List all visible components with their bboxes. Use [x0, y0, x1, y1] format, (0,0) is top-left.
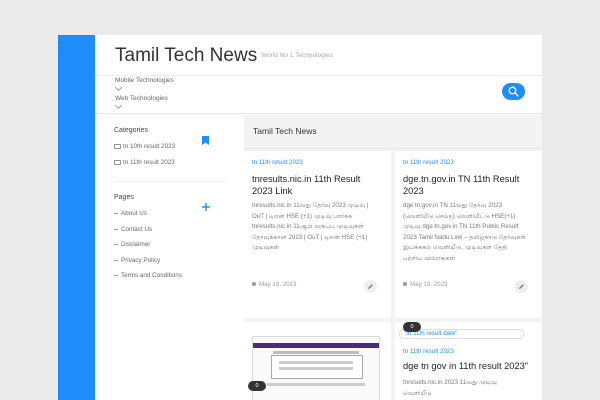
page-title: Tamil Tech News — [253, 126, 317, 136]
post-date: May 19, 2023 — [252, 281, 297, 288]
chevron-down-icon[interactable] — [114, 83, 123, 92]
post-card[interactable]: "tn 11th result date" 0 tn 11th result 2… — [395, 322, 542, 400]
main-nav: Mobile Technologies Web Technologies — [95, 75, 542, 116]
post-title[interactable]: dge.tn.gov.in TN 11th Result 2023 — [403, 173, 527, 197]
edit-button[interactable] — [515, 280, 528, 293]
post-card[interactable]: tn 11th result 2023 dge.tn.gov.in TN 11t… — [395, 151, 542, 318]
page-link-label: Contact Us — [121, 226, 153, 233]
bookmark-icon — [202, 136, 209, 145]
search-icon — [508, 86, 519, 97]
pencil-icon — [368, 284, 373, 289]
folder-icon — [114, 159, 121, 166]
comment-count-badge[interactable]: 0 — [403, 322, 421, 332]
page-link-contact-us[interactable]: Contact Us — [114, 226, 152, 233]
comment-count-badge[interactable]: 0 — [248, 381, 266, 391]
dash-icon — [114, 228, 118, 230]
dash-icon — [114, 243, 118, 245]
category-item[interactable]: tn 11th result 2023 — [114, 159, 175, 166]
page-link-about-us[interactable]: About Us — [114, 210, 147, 217]
post-date-text: May 19, 2023 — [259, 281, 297, 288]
post-date: May 19, 2023 — [403, 281, 448, 288]
site-title[interactable]: Tamil Tech News — [115, 45, 257, 67]
post-excerpt: tnresults.nic.in 2023 11வது முடிவு வெளிய… — [403, 379, 497, 397]
post-date-text: May 19, 2023 — [410, 281, 448, 288]
post-category[interactable]: tn 11th result 2023 — [403, 348, 454, 355]
page-link-label: Terms and Conditions — [121, 272, 182, 279]
post-thumbnail[interactable] — [252, 336, 380, 400]
site-header: Tamil Tech News World No 1 Technologies … — [95, 35, 542, 113]
categories-heading: Categories — [114, 127, 148, 134]
dash-icon — [114, 259, 118, 261]
page-link-label: Privacy Policy — [121, 257, 161, 264]
category-label: tn 10th result 2023 — [123, 143, 176, 150]
category-item[interactable]: tn 10th result 2023 — [114, 143, 175, 150]
nav-item-label: Mobile Technologies — [115, 77, 174, 84]
dash-icon — [114, 212, 118, 214]
pages-heading: Pages — [114, 194, 134, 201]
clock-icon — [403, 282, 407, 287]
accent-bar — [58, 35, 95, 400]
thumbnail-text — [273, 351, 359, 354]
nav-item-label: Web Technologies — [115, 95, 168, 102]
search-button[interactable] — [502, 83, 525, 100]
thumbnail-text — [279, 361, 353, 364]
post-title[interactable]: tnresults.nic.in 11th Result 2023 Link — [252, 173, 376, 197]
page-link-terms[interactable]: Terms and Conditions — [114, 272, 182, 279]
post-category[interactable]: tn 11th result 2023 — [403, 159, 454, 166]
main-content: Tamil Tech News tn 11th result 2023 tnre… — [244, 115, 542, 400]
nav-item-web-technologies[interactable]: Web Technologies — [114, 95, 168, 110]
nav-item-mobile-technologies[interactable]: Mobile Technologies — [114, 77, 174, 92]
edit-button[interactable] — [364, 280, 377, 293]
folder-icon — [114, 143, 121, 150]
page-link-label: Disclaimer — [121, 241, 151, 248]
category-label: tn 11th result 2023 — [123, 159, 175, 166]
dash-icon — [114, 274, 118, 276]
main-divider — [244, 148, 542, 149]
thumbnail-banner — [253, 343, 379, 348]
site-tagline: World No 1 Technologies — [261, 52, 334, 59]
sidebar: Categories tn 10th result 2023 tn 11th r… — [95, 115, 245, 400]
post-category[interactable]: tn 11th result 2023 — [252, 159, 303, 166]
post-excerpt: tnresults.nic.in 11வது தேர்வு 2023 முடிவ… — [252, 202, 369, 252]
sidebar-divider — [114, 181, 227, 182]
comment-count: 0 — [410, 324, 414, 330]
post-title[interactable]: dge tn gov in 11th result 2023" — [403, 360, 538, 372]
header-divider — [95, 113, 542, 114]
page-link-label: About Us — [121, 210, 147, 217]
chevron-down-icon[interactable] — [114, 101, 123, 110]
thumbnail-text — [279, 367, 353, 370]
page-link-disclaimer[interactable]: Disclaimer — [114, 241, 150, 248]
plus-icon[interactable] — [202, 203, 210, 211]
thumbnail-text — [267, 383, 365, 386]
page-link-privacy-policy[interactable]: Privacy Policy — [114, 257, 160, 264]
page-frame: Tamil Tech News World No 1 Technologies … — [58, 35, 542, 400]
post-card[interactable]: tn 11th result 2023 tnresults.nic.in 11t… — [244, 151, 391, 318]
post-card[interactable]: 0 — [244, 322, 391, 400]
clock-icon — [252, 282, 256, 287]
comment-count: 0 — [255, 383, 259, 389]
post-excerpt: dge tn.gov.in TN 11வது தேர்வு 2023 (வெளி… — [403, 202, 526, 262]
pencil-icon — [519, 284, 524, 289]
